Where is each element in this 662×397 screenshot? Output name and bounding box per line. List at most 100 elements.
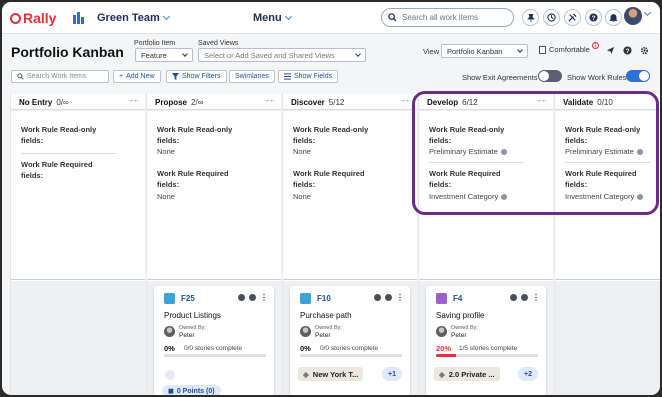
saved-views-select[interactable]: Select or Add Saved and Shared Views xyxy=(198,48,366,62)
edit-icon[interactable] xyxy=(249,294,256,301)
work-rules-toggle[interactable] xyxy=(626,70,650,82)
column-header[interactable]: Discover 5/12 →← xyxy=(283,94,417,110)
card-name: Purchase path xyxy=(300,311,352,320)
menu-label: Menu xyxy=(253,12,282,24)
stories-complete: 0/0 stories complete xyxy=(320,345,379,352)
tag-pill[interactable]: ◆ 2.0 Private ... xyxy=(434,367,500,381)
column-wip: 0/∞ xyxy=(56,98,69,107)
portfolio-item-value: Feature xyxy=(141,50,167,60)
feature-card[interactable]: F10 ⋮ Purchase path Owned By: Peter 0% 0… xyxy=(290,286,410,395)
link-icon[interactable] xyxy=(165,370,175,380)
more-tags-badge[interactable]: +2 xyxy=(518,367,538,381)
points-label: 0 Points (0) xyxy=(176,387,215,395)
readonly-fields-title: Work Rule Read-only fields: xyxy=(157,125,233,145)
column-name: Discover xyxy=(291,98,325,107)
settings-button[interactable] xyxy=(639,45,649,55)
points-pill[interactable]: ◼ 0 Points (0) xyxy=(162,385,221,395)
swimlane-divider xyxy=(11,279,145,280)
stories-complete: 1/5 stories complete xyxy=(459,345,518,352)
check-icon[interactable] xyxy=(374,294,381,301)
required-fields-title: Work Rule Required fields: xyxy=(157,169,229,189)
chevron-down-icon[interactable] xyxy=(643,8,652,17)
owner-name: Peter xyxy=(315,332,331,339)
clock-icon xyxy=(547,13,556,22)
list-icon xyxy=(284,73,291,80)
show-work-rules-label: Show Work Rules xyxy=(567,73,627,82)
owner-name: Peter xyxy=(451,332,467,339)
check-icon[interactable] xyxy=(238,294,245,301)
recent-button[interactable] xyxy=(543,9,560,26)
rally-logo[interactable]: Rally xyxy=(10,10,56,26)
filter-icon xyxy=(172,73,179,80)
swimlanes-button[interactable]: Swimlanes xyxy=(229,70,275,83)
show-fields-label: Show Fields xyxy=(294,73,333,80)
workspace-grid-icon[interactable] xyxy=(73,12,84,24)
show-fields-button[interactable]: Show Fields xyxy=(278,70,339,83)
app-window: Rally Green Team Menu Search all work it… xyxy=(2,2,660,395)
tools-button[interactable] xyxy=(564,9,581,26)
share-button[interactable] xyxy=(605,45,615,55)
feature-card[interactable]: F4 ⋮ Saving profile Owned By: Peter 20% … xyxy=(426,286,546,395)
owned-by-label: Owned By: xyxy=(451,325,478,331)
card-id[interactable]: F4 xyxy=(453,294,462,303)
search-work-items-placeholder: Search Work Items xyxy=(27,73,87,80)
expand-column-icon[interactable]: →← xyxy=(127,97,140,104)
more-options-icon[interactable]: ⋮ xyxy=(260,294,268,302)
column-header[interactable]: No Entry 0/∞ →← xyxy=(11,94,145,110)
portfolio-item-label: Portfolio Item xyxy=(134,40,176,47)
tag-pill[interactable]: ◆ New York T... xyxy=(298,367,364,381)
view-select[interactable]: Portfolio Kanban xyxy=(441,44,528,58)
show-filters-button[interactable]: Show Filters xyxy=(166,70,227,83)
card-actions: ⋮ xyxy=(510,294,540,302)
feature-card[interactable]: F25 ⋮ Product Listings Owned By: Peter 0… xyxy=(154,286,274,395)
expand-column-icon[interactable]: →← xyxy=(399,97,412,104)
owner-avatar xyxy=(436,326,447,337)
page-title: Portfolio Kanban xyxy=(11,44,124,60)
more-tags-badge[interactable]: +1 xyxy=(382,367,402,381)
more-options-icon[interactable]: ⋮ xyxy=(532,294,540,302)
comfortable-toggle[interactable]: Comfortable xyxy=(539,45,590,54)
search-work-items-input[interactable]: Search Work Items xyxy=(11,70,109,83)
comfortable-label: Comfortable xyxy=(549,45,590,54)
help-button[interactable]: ? xyxy=(585,9,602,26)
svg-text:?: ? xyxy=(592,15,596,22)
notifications-button[interactable] xyxy=(605,9,622,26)
toggle-knob xyxy=(639,71,649,81)
check-icon[interactable] xyxy=(510,294,517,301)
pin-icon xyxy=(526,13,535,22)
swimlane-divider xyxy=(419,279,553,280)
document-icon xyxy=(539,45,546,54)
card-name: Product Listings xyxy=(164,311,221,320)
card-name: Saving profile xyxy=(436,311,485,320)
team-selector[interactable]: Green Team xyxy=(97,12,170,24)
chevron-down-icon xyxy=(162,12,170,21)
column-header[interactable]: Propose 2/∞ →← xyxy=(147,94,281,110)
readonly-fields-value: None xyxy=(157,147,175,156)
exit-agreements-toggle[interactable] xyxy=(538,70,562,82)
progress-percent: 0% xyxy=(164,344,175,353)
team-name: Green Team xyxy=(97,12,160,24)
card-id[interactable]: F10 xyxy=(317,294,331,303)
card-id[interactable]: F25 xyxy=(181,294,195,303)
add-new-label: Add New xyxy=(126,73,155,80)
edit-icon[interactable] xyxy=(521,294,528,301)
global-search-input[interactable]: Search all work items xyxy=(381,8,514,27)
expand-column-icon[interactable]: →← xyxy=(263,97,276,104)
progress-bar xyxy=(164,354,266,357)
work-rules-panel: Work Rule Read-only fields: None Work Ru… xyxy=(147,111,281,281)
toggle-knob xyxy=(539,71,549,81)
swimlane-divider xyxy=(283,279,417,280)
main-menu[interactable]: Menu xyxy=(253,12,292,24)
page-help-button[interactable]: ? xyxy=(622,45,632,55)
more-options-icon[interactable]: ⋮ xyxy=(396,294,404,302)
progress-percent: 20% xyxy=(436,344,452,353)
required-fields-value: None xyxy=(293,192,311,201)
add-new-button[interactable]: + Add New xyxy=(113,70,161,83)
owner-avatar xyxy=(300,326,311,337)
help-icon: ? xyxy=(589,13,598,22)
pin-button[interactable] xyxy=(522,9,539,26)
portfolio-item-select[interactable]: Feature xyxy=(135,48,193,62)
user-avatar[interactable] xyxy=(624,7,642,25)
edit-icon[interactable] xyxy=(385,294,392,301)
progress-bar xyxy=(436,354,538,357)
